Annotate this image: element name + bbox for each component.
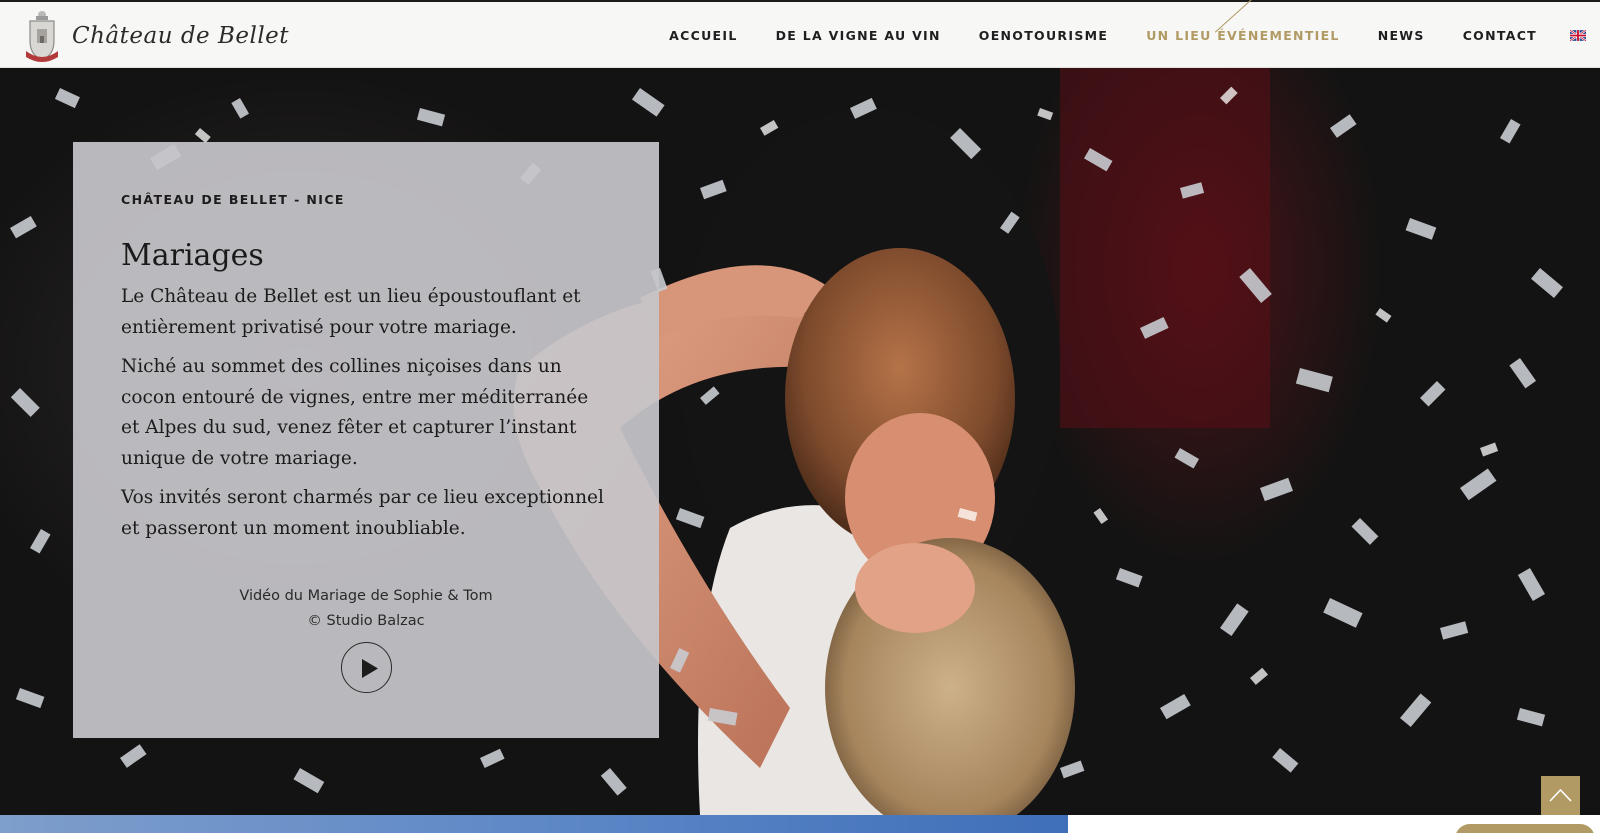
chevron-up-icon	[1549, 788, 1572, 802]
wedding-info-card: CHÂTEAU DE BELLET - NICE Mariages Le Châ…	[73, 142, 659, 738]
nav-item-oenotourisme[interactable]: OENOTOURISME	[979, 28, 1108, 43]
nav-item-contact[interactable]: CONTACT	[1463, 28, 1537, 43]
back-to-top-button[interactable]	[1541, 776, 1580, 815]
next-section-image-strip	[0, 815, 1068, 833]
nav-item-lieu-evenementiel[interactable]: UN LIEU ÉVÉNEMENTIEL	[1146, 0, 1340, 43]
nav-item-accueil[interactable]: ACCUEIL	[669, 28, 737, 43]
nav-item-vigne-au-vin[interactable]: DE LA VIGNE AU VIN	[776, 28, 941, 43]
site-logo[interactable]: Château de Bellet	[22, 6, 289, 66]
card-paragraph-3: Vos invités seront charmés par ce lieu e…	[121, 487, 604, 539]
card-title: Mariages	[121, 238, 264, 273]
uk-flag-icon[interactable]	[1570, 29, 1586, 41]
crest-icon	[26, 11, 58, 62]
site-header: Château de Bellet ACCUEIL DE LA VIGNE AU…	[0, 0, 1600, 68]
card-eyebrow: CHÂTEAU DE BELLET - NICE	[121, 192, 345, 207]
play-video-button[interactable]	[340, 642, 392, 693]
nav-item-lieu-evenementiel-label: UN LIEU ÉVÉNEMENTIEL	[1146, 27, 1340, 43]
video-caption: Vidéo du Mariage de Sophie & Tom © Studi…	[121, 584, 611, 634]
logo-wordmark: Château de Bellet	[72, 23, 290, 49]
main-nav: ACCUEIL DE LA VIGNE AU VIN OENOTOURISME …	[669, 0, 1600, 68]
nav-item-news[interactable]: NEWS	[1378, 28, 1425, 43]
next-section-pill-button[interactable]	[1455, 824, 1595, 833]
video-caption-credit: © Studio Balzac	[307, 613, 425, 629]
card-paragraph-2: Niché au sommet des collines niçoises da…	[121, 356, 589, 469]
video-caption-title: Vidéo du Mariage de Sophie & Tom	[239, 588, 493, 604]
play-icon	[361, 659, 378, 678]
card-paragraph-1: Le Château de Bellet est un lieu épousto…	[121, 286, 581, 338]
